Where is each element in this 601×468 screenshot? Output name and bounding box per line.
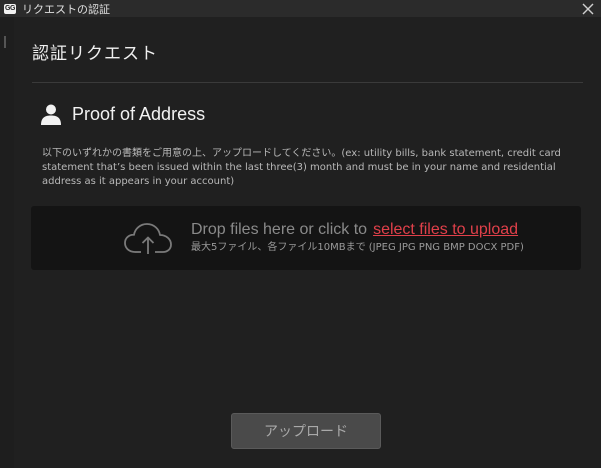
title-bar: GG リクエストの認証 bbox=[0, 0, 601, 17]
verification-window: GG リクエストの認証 認証リクエスト Proof of Address 以下の… bbox=[0, 0, 601, 468]
app-logo: GG bbox=[4, 3, 16, 14]
cloud-upload-icon bbox=[124, 223, 172, 254]
title-divider bbox=[32, 82, 583, 83]
select-files-link[interactable]: select files to upload bbox=[373, 221, 518, 238]
dropzone-prompt: Drop files here or click to select files … bbox=[191, 221, 518, 239]
panel-title: 認証リクエスト bbox=[32, 44, 158, 64]
file-limits-text: 最大5ファイル、各ファイル10MBまで (JPEG JPG PNG BMP DO… bbox=[191, 242, 524, 253]
file-dropzone[interactable]: Drop files here or click to select files … bbox=[31, 206, 581, 270]
window-title: リクエストの認証 bbox=[22, 2, 110, 16]
section-title: Proof of Address bbox=[72, 103, 206, 124]
close-icon bbox=[582, 3, 594, 15]
person-icon bbox=[41, 104, 61, 125]
close-button[interactable] bbox=[581, 1, 595, 15]
section-header: Proof of Address bbox=[40, 103, 205, 125]
side-edge-marker bbox=[4, 36, 6, 48]
upload-button[interactable]: アップロード bbox=[231, 413, 381, 449]
dropzone-prompt-text: Drop files here or click to bbox=[191, 221, 368, 238]
verification-panel: 認証リクエスト Proof of Address 以下のいずれかの書類をご用意の… bbox=[14, 17, 601, 468]
instructions-text: 以下のいずれかの書類をご用意の上、アップロードしてください。(ex: utili… bbox=[42, 148, 561, 187]
